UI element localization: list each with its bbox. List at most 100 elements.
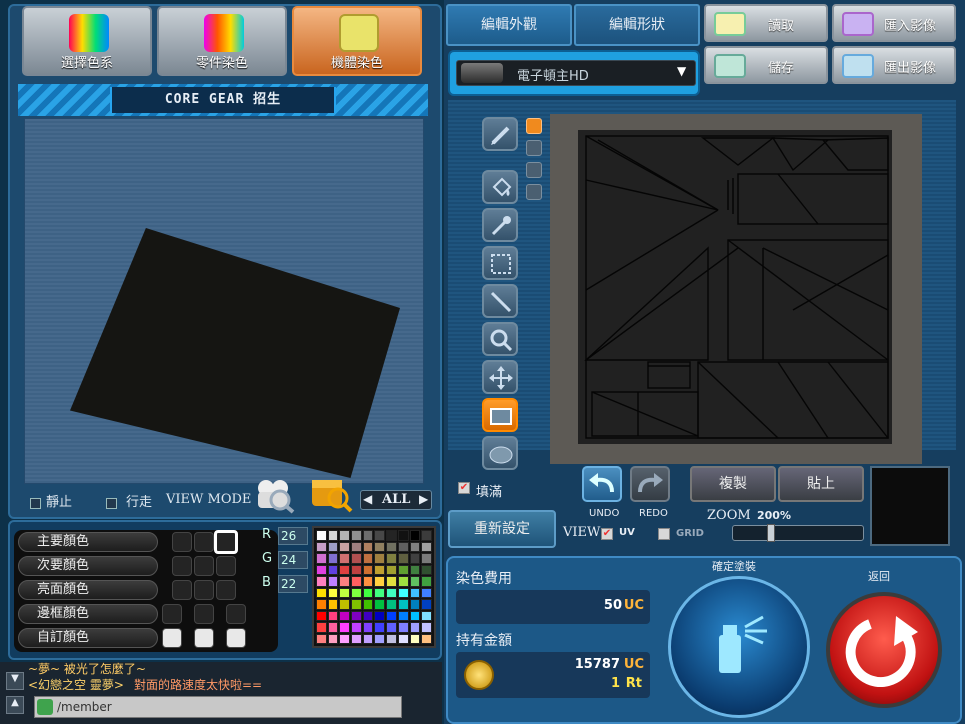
color-swatch[interactable] xyxy=(172,556,192,576)
palette-color-cell[interactable] xyxy=(397,610,409,621)
palette-color-cell[interactable] xyxy=(374,610,386,621)
palette-color-cell[interactable] xyxy=(374,553,386,564)
tab-edit-shape[interactable]: 編輯形狀 xyxy=(574,4,700,46)
palette-color-cell[interactable] xyxy=(397,633,409,644)
chevron-up-icon[interactable]: ▲ xyxy=(6,696,24,714)
save-button[interactable]: 儲存 xyxy=(704,46,828,84)
camera-zoom-icon[interactable] xyxy=(252,474,296,514)
g-value-field[interactable]: 24 xyxy=(278,551,308,569)
zoom-tool[interactable] xyxy=(482,322,518,356)
palette-color-cell[interactable] xyxy=(327,576,339,587)
rectangle-tool[interactable] xyxy=(482,398,518,432)
palette-color-cell[interactable] xyxy=(397,599,409,610)
palette-color-cell[interactable] xyxy=(351,622,362,633)
palette-color-cell[interactable] xyxy=(339,530,351,541)
color-swatch[interactable] xyxy=(216,556,236,576)
reset-button[interactable]: 重新設定 xyxy=(448,510,556,548)
palette-color-cell[interactable] xyxy=(409,599,421,610)
tab-select-color-scheme[interactable]: 選擇色系 xyxy=(22,6,152,76)
palette-color-cell[interactable] xyxy=(351,599,362,610)
palette-color-cell[interactable] xyxy=(421,576,432,587)
selection-tool[interactable] xyxy=(482,246,518,280)
palette-color-cell[interactable] xyxy=(386,633,397,644)
color-swatch[interactable] xyxy=(194,628,214,648)
palette-color-cell[interactable] xyxy=(316,530,327,541)
palette-color-cell[interactable] xyxy=(386,587,397,598)
palette-color-cell[interactable] xyxy=(409,541,421,552)
arrow-right-icon[interactable]: ▶ xyxy=(419,492,428,506)
palette-color-cell[interactable] xyxy=(362,587,374,598)
color-swatch[interactable] xyxy=(194,556,214,576)
brush-size-3[interactable] xyxy=(526,162,542,178)
palette-color-cell[interactable] xyxy=(421,564,432,575)
palette-color-cell[interactable] xyxy=(362,530,374,541)
palette-color-cell[interactable] xyxy=(386,610,397,621)
palette-color-cell[interactable] xyxy=(339,587,351,598)
color-swatch-selected[interactable] xyxy=(214,530,238,554)
palette-color-cell[interactable] xyxy=(397,553,409,564)
palette-color-cell[interactable] xyxy=(409,576,421,587)
walk-checkbox[interactable] xyxy=(106,493,117,512)
line-tool[interactable] xyxy=(482,284,518,318)
palette-color-cell[interactable] xyxy=(421,599,432,610)
palette-color-cell[interactable] xyxy=(327,553,339,564)
palette-color-cell[interactable] xyxy=(327,541,339,552)
copy-button[interactable]: 複製 xyxy=(690,466,776,502)
export-image-button[interactable]: 匯出影像 xyxy=(832,46,956,84)
palette-color-cell[interactable] xyxy=(409,530,421,541)
palette-color-cell[interactable] xyxy=(362,553,374,564)
palette-color-cell[interactable] xyxy=(421,541,432,552)
palette-color-cell[interactable] xyxy=(362,541,374,552)
palette-color-cell[interactable] xyxy=(327,622,339,633)
palette-color-cell[interactable] xyxy=(339,599,351,610)
palette-color-cell[interactable] xyxy=(386,541,397,552)
palette-color-cell[interactable] xyxy=(397,576,409,587)
color-swatch[interactable] xyxy=(226,628,246,648)
palette-color-cell[interactable] xyxy=(351,553,362,564)
palette-color-cell[interactable] xyxy=(316,564,327,575)
brush-size-4[interactable] xyxy=(526,184,542,200)
palette-color-cell[interactable] xyxy=(374,599,386,610)
palette-color-cell[interactable] xyxy=(327,610,339,621)
zoom-slider-handle[interactable] xyxy=(767,524,775,542)
color-swatch[interactable] xyxy=(172,580,192,600)
undo-button[interactable] xyxy=(582,466,622,502)
palette-color-cell[interactable] xyxy=(409,564,421,575)
color-swatch[interactable] xyxy=(216,580,236,600)
palette-color-cell[interactable] xyxy=(362,610,374,621)
color-swatch[interactable] xyxy=(162,604,182,624)
palette-color-cell[interactable] xyxy=(316,633,327,644)
import-image-button[interactable]: 匯入影像 xyxy=(832,4,956,42)
still-checkbox[interactable] xyxy=(30,493,41,512)
palette-color-cell[interactable] xyxy=(421,530,432,541)
palette-color-cell[interactable] xyxy=(339,633,351,644)
palette-color-cell[interactable] xyxy=(386,622,397,633)
brush-size-1[interactable] xyxy=(526,118,542,134)
color-swatch[interactable] xyxy=(172,532,192,552)
paint-bucket-tool[interactable] xyxy=(482,170,518,204)
palette-color-cell[interactable] xyxy=(339,553,351,564)
back-button[interactable] xyxy=(826,592,942,708)
redo-button[interactable] xyxy=(630,466,670,502)
brush-size-2[interactable] xyxy=(526,140,542,156)
palette-color-cell[interactable] xyxy=(351,564,362,575)
palette-color-cell[interactable] xyxy=(339,610,351,621)
palette-color-cell[interactable] xyxy=(409,622,421,633)
ellipse-tool[interactable] xyxy=(482,436,518,470)
palette-color-cell[interactable] xyxy=(351,541,362,552)
palette-color-cell[interactable] xyxy=(374,576,386,587)
chat-input[interactable]: /member xyxy=(34,696,402,718)
palette-color-cell[interactable] xyxy=(327,599,339,610)
palette-color-cell[interactable] xyxy=(409,633,421,644)
eyedropper-tool[interactable] xyxy=(482,208,518,242)
palette-color-cell[interactable] xyxy=(316,587,327,598)
palette-color-cell[interactable] xyxy=(421,622,432,633)
palette-color-cell[interactable] xyxy=(374,633,386,644)
filter-selector[interactable]: ◀ ALL ▶ xyxy=(360,490,432,510)
color-swatch[interactable] xyxy=(162,628,182,648)
palette-color-cell[interactable] xyxy=(386,599,397,610)
palette-color-cell[interactable] xyxy=(351,587,362,598)
palette-color-cell[interactable] xyxy=(316,576,327,587)
palette-color-cell[interactable] xyxy=(421,633,432,644)
color-swatch[interactable] xyxy=(226,604,246,624)
